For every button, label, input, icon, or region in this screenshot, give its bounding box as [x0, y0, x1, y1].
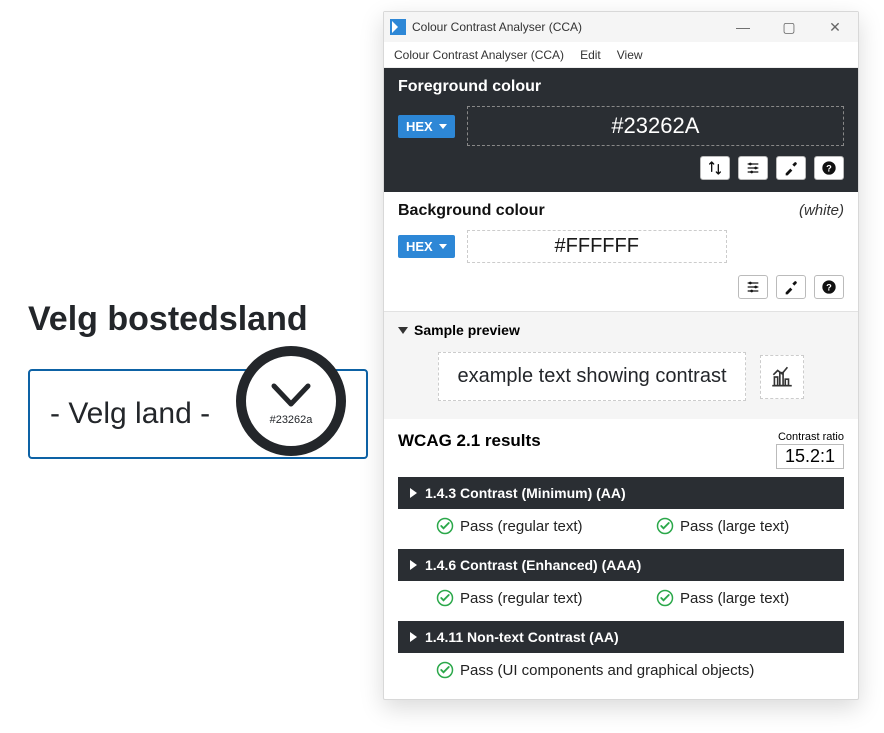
pass-regular-text: Pass (regular text)	[460, 590, 583, 607]
menubar: Colour Contrast Analyser (CCA) Edit View	[384, 42, 858, 68]
triangle-right-icon	[410, 632, 417, 642]
foreground-eyedropper-button[interactable]	[776, 156, 806, 180]
magnifier-overlay: #23262a	[236, 346, 346, 456]
criterion-1-4-6-title: 1.4.6 Contrast (Enhanced) (AAA)	[425, 557, 641, 573]
check-circle-icon	[656, 517, 674, 535]
results-title: WCAG 2.1 results	[398, 431, 541, 451]
foreground-help-button[interactable]: ?	[814, 156, 844, 180]
background-panel: Background colour (white) HEX #FFFFFF ?	[384, 192, 858, 311]
pass-ui-components: Pass (UI components and graphical object…	[460, 662, 754, 679]
sample-preview-title: Sample preview	[414, 322, 520, 338]
background-help-button[interactable]: ?	[814, 275, 844, 299]
chevron-down-icon	[439, 124, 447, 129]
magnifier-hex-label: #23262a	[270, 414, 313, 426]
sample-preview-section: Sample preview example text showing cont…	[384, 311, 858, 419]
background-title: Background colour	[398, 202, 545, 220]
mock-heading: Velg bostedsland	[28, 300, 368, 339]
sample-text: example text showing contrast	[438, 352, 745, 401]
help-icon: ?	[821, 279, 837, 295]
criterion-1-4-3[interactable]: 1.4.3 Contrast (Minimum) (AA)	[398, 477, 844, 509]
background-hint: (white)	[799, 202, 844, 219]
criterion-1-4-3-title: 1.4.3 Contrast (Minimum) (AA)	[425, 485, 626, 501]
foreground-panel: Foreground colour HEX #23262A ?	[384, 68, 858, 192]
check-circle-icon	[656, 589, 674, 607]
criterion-1-4-3-results: Pass (regular text) Pass (large text)	[398, 509, 844, 543]
background-value-input[interactable]: #FFFFFF	[467, 230, 727, 263]
window-title: Colour Contrast Analyser (CCA)	[412, 20, 720, 34]
chevron-down-icon	[439, 244, 447, 249]
swap-icon	[707, 160, 723, 176]
svg-text:?: ?	[826, 282, 832, 292]
help-icon: ?	[821, 160, 837, 176]
criterion-1-4-6-results: Pass (regular text) Pass (large text)	[398, 581, 844, 615]
chart-icon	[769, 364, 795, 390]
foreground-title: Foreground colour	[398, 78, 844, 96]
swap-button[interactable]	[700, 156, 730, 180]
background-format-label: HEX	[406, 239, 433, 254]
svg-text:?: ?	[826, 163, 832, 173]
chevron-down-icon	[266, 376, 316, 416]
window-close-button[interactable]: ✕	[812, 12, 858, 42]
criterion-1-4-11[interactable]: 1.4.11 Non-text Contrast (AA)	[398, 621, 844, 653]
pass-large-text: Pass (large text)	[680, 518, 789, 535]
contrast-ratio-label: Contrast ratio	[776, 431, 844, 443]
background-sliders-button[interactable]	[738, 275, 768, 299]
results-section: WCAG 2.1 results Contrast ratio 15.2:1 1…	[384, 419, 858, 699]
pass-regular-text: Pass (regular text)	[460, 518, 583, 535]
foreground-format-label: HEX	[406, 119, 433, 134]
contrast-ratio-value: 15.2:1	[776, 444, 844, 469]
foreground-format-select[interactable]: HEX	[398, 115, 455, 138]
criterion-1-4-11-results: Pass (UI components and graphical object…	[398, 653, 844, 687]
sliders-icon	[745, 279, 761, 295]
triangle-right-icon	[410, 560, 417, 570]
criterion-1-4-6[interactable]: 1.4.6 Contrast (Enhanced) (AAA)	[398, 549, 844, 581]
window-maximize-button[interactable]: ▢	[766, 12, 812, 42]
pass-large-text: Pass (large text)	[680, 590, 789, 607]
sample-preview-toggle[interactable]: Sample preview	[398, 322, 844, 338]
eyedropper-icon	[783, 160, 799, 176]
triangle-right-icon	[410, 488, 417, 498]
sliders-icon	[745, 160, 761, 176]
check-circle-icon	[436, 517, 454, 535]
app-icon	[390, 19, 406, 35]
foreground-value-input[interactable]: #23262A	[467, 106, 844, 146]
window-minimize-button[interactable]: ―	[720, 12, 766, 42]
sliders-button[interactable]	[738, 156, 768, 180]
background-eyedropper-button[interactable]	[776, 275, 806, 299]
check-circle-icon	[436, 661, 454, 679]
background-format-select[interactable]: HEX	[398, 235, 455, 258]
eyedropper-icon	[783, 279, 799, 295]
cca-window: Colour Contrast Analyser (CCA) ― ▢ ✕ Col…	[383, 11, 859, 700]
titlebar: Colour Contrast Analyser (CCA) ― ▢ ✕	[384, 12, 858, 42]
triangle-down-icon	[398, 327, 408, 334]
menu-view[interactable]: View	[617, 48, 643, 62]
check-circle-icon	[436, 589, 454, 607]
menu-edit[interactable]: Edit	[580, 48, 601, 62]
sample-chart-button[interactable]	[760, 355, 804, 399]
menu-app[interactable]: Colour Contrast Analyser (CCA)	[394, 48, 564, 62]
mock-select-placeholder: - Velg land -	[50, 397, 210, 431]
criterion-1-4-11-title: 1.4.11 Non-text Contrast (AA)	[425, 629, 619, 645]
